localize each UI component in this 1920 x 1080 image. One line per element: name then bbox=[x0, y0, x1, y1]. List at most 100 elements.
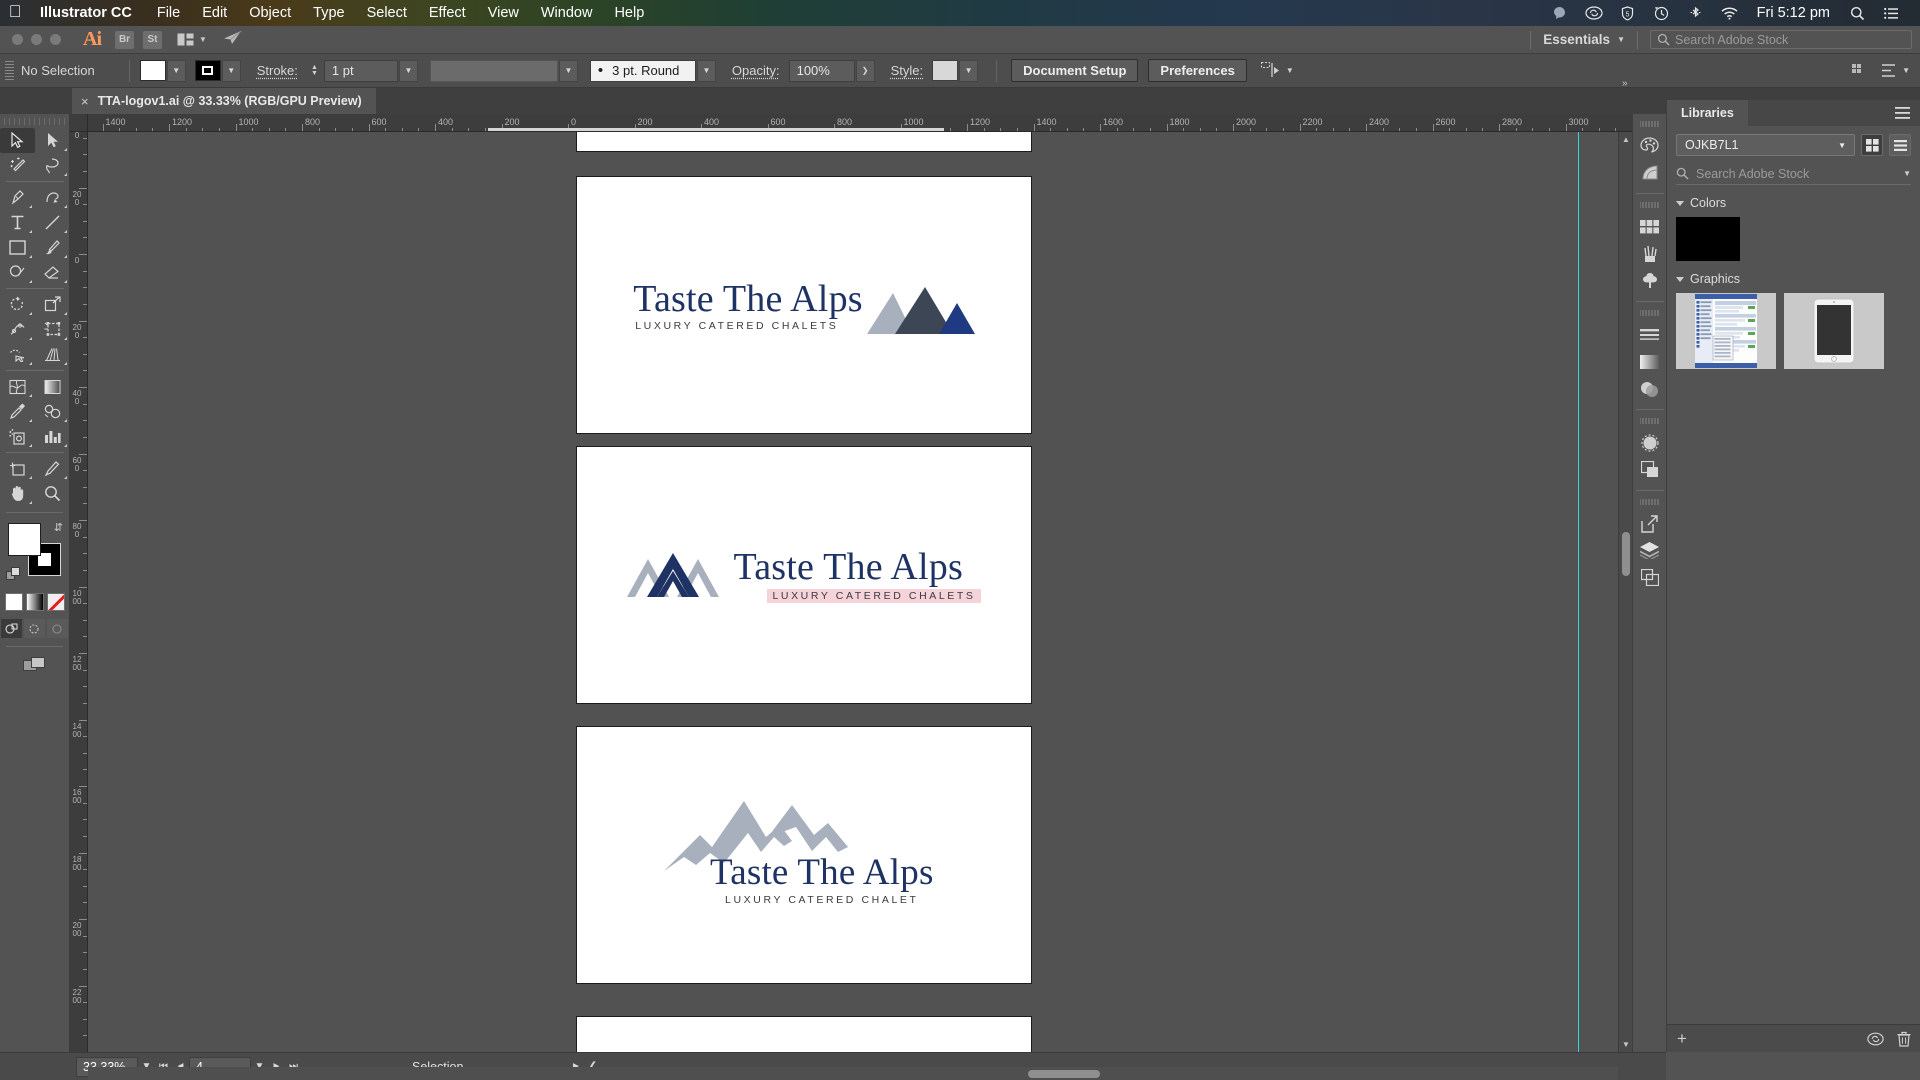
window-controls[interactable] bbox=[0, 34, 61, 45]
hand-tool[interactable] bbox=[0, 481, 35, 506]
creative-cloud-sync-icon[interactable] bbox=[1867, 1032, 1884, 1046]
links-panel-icon[interactable] bbox=[1633, 510, 1667, 537]
change-screen-mode-button[interactable] bbox=[23, 657, 47, 679]
fill-swatch[interactable] bbox=[140, 60, 166, 81]
dock-group-grip[interactable] bbox=[1640, 498, 1660, 506]
eyedropper-tool[interactable] bbox=[0, 399, 35, 424]
scroll-up-arrow-icon[interactable]: ▲ bbox=[1622, 135, 1630, 144]
stroke-weight-label[interactable]: Stroke: bbox=[257, 63, 298, 78]
libraries-panel-menu-button[interactable] bbox=[1895, 100, 1920, 126]
vertical-ruler[interactable]: 4002000200400600800100012001400160018002… bbox=[70, 132, 88, 1052]
stroke-color-control[interactable]: ▼ bbox=[195, 60, 241, 82]
document-tab[interactable]: × TTA-logov1.ai @ 33.33% (RGB/GPU Previe… bbox=[72, 88, 376, 114]
siri-icon[interactable] bbox=[1543, 0, 1577, 26]
menu-type[interactable]: Type bbox=[302, 5, 355, 21]
graphic-style-dropdown[interactable]: ▼ bbox=[959, 60, 978, 82]
mesh-tool[interactable] bbox=[0, 374, 35, 399]
transparency-panel-icon[interactable] bbox=[1633, 375, 1667, 402]
pen-tool[interactable] bbox=[0, 185, 35, 210]
draw-behind-button[interactable] bbox=[24, 619, 45, 638]
canvas-vertical-scrollbar[interactable]: ▲ ▼ bbox=[1618, 132, 1632, 1052]
logo-artwork-1[interactable]: Taste The Alps LUXURY CATERED CHALETS bbox=[633, 275, 975, 335]
workspace-switcher[interactable]: Essentials ▼ bbox=[1543, 32, 1625, 47]
artboard-canvas[interactable]: Taste The Alps LUXURY CATERED CHALETS Ta… bbox=[88, 132, 1632, 1052]
arrange-documents-button[interactable]: ▼ bbox=[177, 33, 207, 46]
close-document-icon[interactable]: × bbox=[81, 94, 89, 109]
none-mode-button[interactable] bbox=[47, 593, 65, 611]
rectangle-tool[interactable] bbox=[0, 235, 35, 260]
creative-cloud-icon[interactable] bbox=[1577, 0, 1611, 26]
control-bar-grip[interactable] bbox=[5, 61, 14, 81]
opacity-label[interactable]: Opacity: bbox=[732, 63, 780, 78]
artboards-panel-icon[interactable] bbox=[1633, 564, 1667, 591]
logo-artwork-2[interactable]: Taste The Alps LUXURY CATERED CHALETS bbox=[627, 547, 980, 603]
shield-icon[interactable]: 5 bbox=[1611, 0, 1645, 26]
horizontal-ruler[interactable]: 1400 1200 1000 800 600 400 200 0 200 400 600 800 100… bbox=[88, 114, 1632, 132]
paintbrush-tool[interactable] bbox=[35, 235, 70, 260]
graphic-style-swatch[interactable] bbox=[932, 60, 958, 81]
width-tool[interactable] bbox=[0, 317, 35, 342]
tools-panel-grip[interactable] bbox=[0, 114, 69, 128]
tab-libraries[interactable]: Libraries bbox=[1667, 100, 1748, 126]
maximize-window-button[interactable] bbox=[50, 34, 61, 45]
vertical-scroll-thumb[interactable] bbox=[1622, 532, 1630, 576]
adobe-stock-search-field[interactable]: Search Adobe Stock ▼ bbox=[1676, 163, 1911, 185]
gradient-panel-icon[interactable] bbox=[1633, 348, 1667, 375]
gradient-mode-button[interactable] bbox=[26, 593, 44, 611]
symbols-panel-icon[interactable] bbox=[1633, 267, 1667, 294]
artboard-partial-bottom[interactable] bbox=[576, 1016, 1032, 1052]
color-panel-icon[interactable] bbox=[1633, 132, 1667, 159]
ruler-origin-corner[interactable] bbox=[70, 114, 88, 132]
fill-color-control[interactable]: ▼ bbox=[140, 60, 186, 82]
add-library-item-icon[interactable]: + bbox=[1677, 1029, 1687, 1049]
dock-group-grip[interactable] bbox=[1640, 201, 1660, 209]
library-selector[interactable]: OJKB7L1 ▼ bbox=[1676, 134, 1855, 156]
section-graphics-header[interactable]: Graphics bbox=[1676, 272, 1911, 286]
section-colors-header[interactable]: Colors bbox=[1676, 196, 1911, 210]
artboard-logo-variant-3[interactable]: Taste The Alps LUXURY CATERED CHALET bbox=[576, 726, 1032, 984]
menu-edit[interactable]: Edit bbox=[191, 5, 238, 21]
magic-wand-tool[interactable] bbox=[0, 153, 35, 178]
preferences-button[interactable]: Preferences bbox=[1148, 59, 1246, 82]
layers-panel-icon[interactable] bbox=[1633, 537, 1667, 564]
direct-selection-tool[interactable] bbox=[35, 128, 70, 153]
appearance-panel-icon[interactable] bbox=[1633, 429, 1667, 456]
time-machine-icon[interactable] bbox=[1645, 0, 1679, 26]
menu-illustrator-cc[interactable]: Illustrator CC bbox=[30, 5, 142, 21]
selection-tool[interactable] bbox=[0, 128, 35, 153]
document-setup-button[interactable]: Document Setup bbox=[1011, 59, 1138, 82]
opacity-options-button[interactable]: ❯ bbox=[856, 60, 875, 82]
delete-icon[interactable] bbox=[1897, 1031, 1911, 1047]
stroke-swatch[interactable] bbox=[195, 60, 221, 81]
brush-definition-field[interactable]: • 3 pt. Round bbox=[590, 60, 696, 82]
stroke-panel-icon[interactable] bbox=[1633, 321, 1667, 348]
mac-clock[interactable]: Fri 5:12 pm bbox=[1747, 5, 1840, 21]
chevron-down-icon[interactable]: ▼ bbox=[1903, 169, 1911, 178]
scroll-down-arrow-icon[interactable]: ▼ bbox=[1622, 1040, 1630, 1049]
bluetooth-icon[interactable] bbox=[1679, 0, 1713, 26]
lasso-tool[interactable] bbox=[35, 153, 70, 178]
symbol-sprayer-tool[interactable] bbox=[0, 424, 35, 449]
artboard-logo-variant-2[interactable]: Taste The Alps LUXURY CATERED CHALETS bbox=[576, 446, 1032, 704]
panel-options-button[interactable]: ▼ bbox=[1881, 63, 1910, 78]
hidden-characters-icon[interactable] bbox=[1852, 63, 1871, 78]
default-fill-stroke-icon[interactable] bbox=[6, 567, 21, 587]
free-transform-tool[interactable] bbox=[35, 317, 70, 342]
grid-view-button[interactable] bbox=[1861, 134, 1883, 156]
shaper-tool[interactable] bbox=[0, 260, 35, 285]
artboard-logo-variant-1[interactable]: Taste The Alps LUXURY CATERED CHALETS bbox=[576, 176, 1032, 434]
draw-inside-button[interactable] bbox=[47, 619, 68, 638]
scale-tool[interactable] bbox=[35, 292, 70, 317]
graphic-styles-panel-icon[interactable] bbox=[1633, 456, 1667, 483]
stroke-weight-stepper[interactable]: ▲ ▼ bbox=[308, 65, 321, 77]
perspective-grid-tool[interactable] bbox=[35, 342, 70, 367]
artboard-partial-top[interactable] bbox=[576, 132, 1032, 152]
blend-tool[interactable] bbox=[35, 399, 70, 424]
menu-effect[interactable]: Effect bbox=[418, 5, 477, 21]
horizontal-scroll-thumb[interactable] bbox=[1028, 1070, 1100, 1078]
variable-width-profile-field[interactable] bbox=[430, 60, 558, 82]
stroke-weight-value[interactable]: 1 pt bbox=[324, 60, 398, 82]
expand-panels-icon[interactable]: » bbox=[1622, 78, 1628, 89]
gradient-tool[interactable] bbox=[35, 374, 70, 399]
spotlight-search-icon[interactable] bbox=[1840, 0, 1874, 26]
